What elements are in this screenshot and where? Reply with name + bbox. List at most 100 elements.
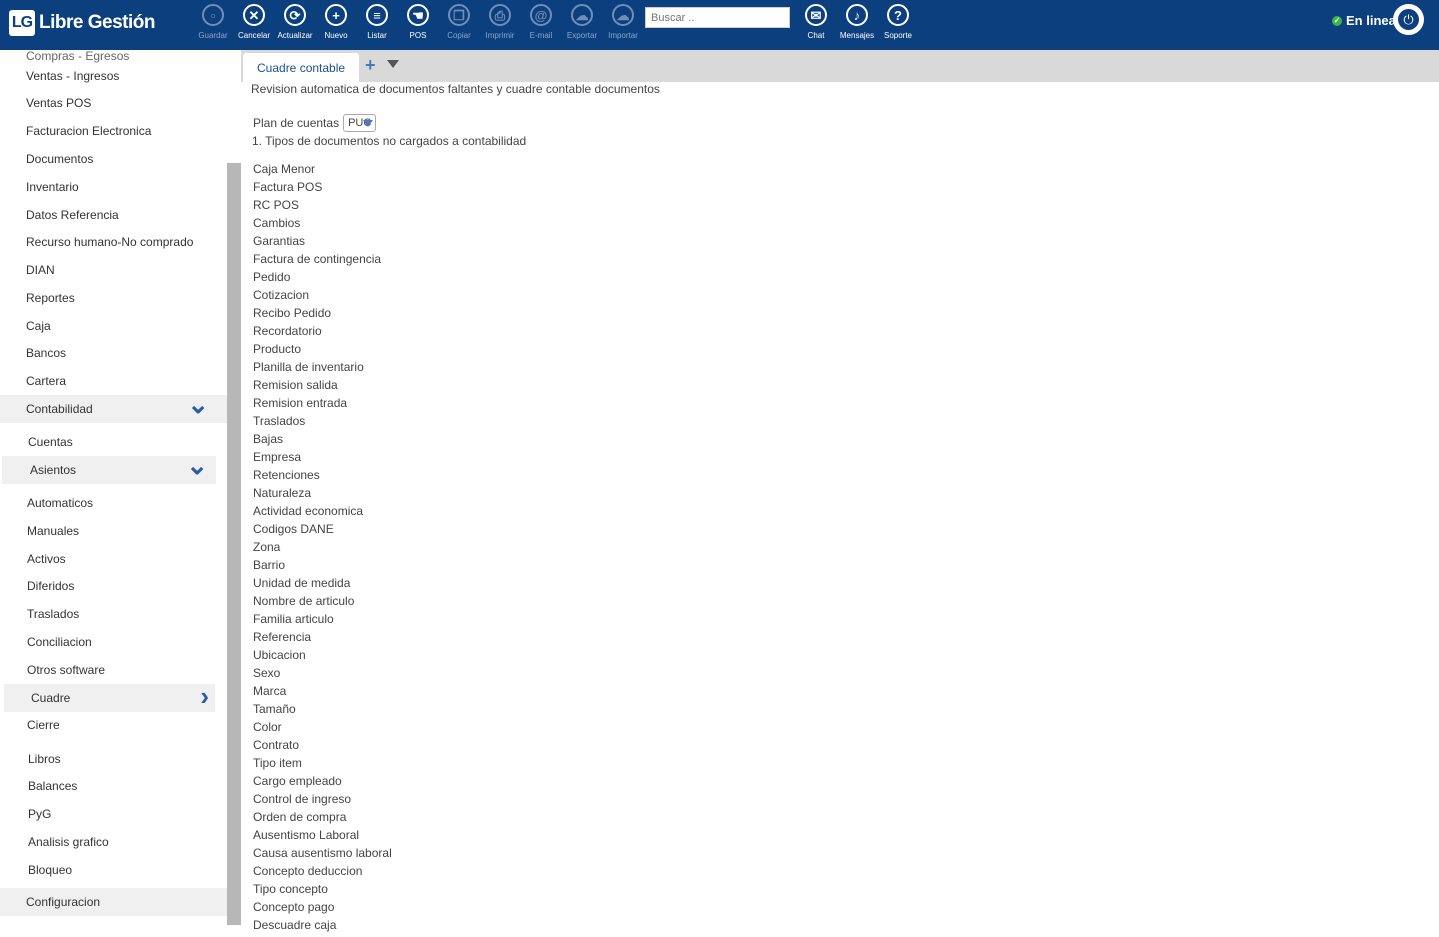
list-item: RC POS [253,198,300,212]
copy-icon: ❐ [448,4,470,26]
search-input[interactable] [645,7,790,28]
copiar-button[interactable]: ❐ Copiar [439,4,479,40]
list-item: Causa ausentismo laboral [253,846,392,860]
save-icon: ▫ [202,4,224,26]
sidebar-item-datos-referencia[interactable]: Datos Referencia [0,201,227,229]
list-item: Zona [253,540,281,554]
sidebar-item-caja[interactable]: Caja [0,312,227,340]
app-logo[interactable]: LG Libre Gestión [9,9,155,37]
sidebar-item-label: Cierre [27,718,60,732]
help-icon: ? [887,4,909,26]
check-icon: ✓ [1332,15,1342,26]
export-icon: ☁ [571,4,593,26]
sidebar-item-label: Asientos [30,463,77,477]
sidebar-item-label: Otros software [27,663,106,677]
sidebar-item-label: Contabilidad [26,402,93,416]
sidebar-item-otros-software[interactable]: Otros software [0,656,227,684]
tab-menu-icon[interactable] [387,60,399,68]
sidebar-item-balances[interactable]: Balances [0,772,227,800]
listar-button[interactable]: ≡ Listar [357,4,397,40]
tab-cuadre-contable[interactable]: Cuadre contable [243,53,360,82]
sidebar-item-label: Analisis grafico [28,835,109,849]
list-item: Concepto pago [253,900,335,914]
sidebar-item-inventario[interactable]: Inventario [0,173,227,201]
sidebar-item-label: Recurso humano-No comprado [26,235,194,249]
add-tab-icon[interactable]: + [365,55,376,76]
sidebar-item-asientos[interactable]: Asientos ⌄ [2,450,216,484]
mensajes-button[interactable]: ♪ Mensajes [837,4,877,40]
sidebar-item-conciliacion[interactable]: Conciliacion [0,628,227,656]
list-item: Nombre de articulo [253,594,355,608]
sidebar-item-reportes[interactable]: Reportes [0,284,227,312]
button-label: Nuevo [324,31,348,40]
sidebar-item-cierre[interactable]: Cierre [0,711,227,739]
list-item: Planilla de inventario [253,360,364,374]
sidebar-item-ventas-pos[interactable]: Ventas POS [0,89,227,117]
refresh-icon: ⟳ [284,4,306,26]
sidebar-item-configuracion[interactable]: Configuracion [0,888,227,916]
sidebar-item-label: Libros [28,752,61,766]
list-item: Actividad economica [253,504,364,518]
button-label: Guardar [198,31,228,40]
sidebar-scrollbar[interactable] [227,163,241,925]
soporte-button[interactable]: ? Soporte [878,4,918,40]
list-item: Tipo item [253,756,302,770]
status-label: En linea [1346,13,1396,28]
cancelar-button[interactable]: ✕ Cancelar [234,4,274,40]
button-label: Cancelar [237,31,270,40]
sidebar-item-pyg[interactable]: PyG [0,800,227,828]
sidebar-item-automaticos[interactable]: Automaticos [0,489,227,517]
power-button[interactable]: ⏻ [1393,4,1424,35]
list-item: Tipo concepto [253,882,328,896]
list-item: Orden de compra [253,810,347,824]
sidebar-item-analisis-grafico[interactable]: Analisis grafico [0,828,227,856]
list-item: Retenciones [253,468,320,482]
sidebar-item-bancos[interactable]: Bancos [0,339,227,367]
plus-icon: + [325,4,347,26]
sidebar-item-label: Balances [28,779,78,793]
list-item: Producto [253,342,302,356]
importar-button[interactable]: ☁ Importar [603,4,643,40]
plan-select[interactable]: PUC [343,114,377,132]
exportar-button[interactable]: ☁ Exportar [562,4,602,40]
sidebar: Compras - Egresos Ventas - Ingresos Venta… [0,50,227,937]
button-label: Copiar [447,31,471,40]
sidebar-item-contabilidad[interactable]: Contabilidad ⌄ [0,389,227,423]
sidebar-item-activos[interactable]: Activos [0,545,227,573]
sidebar-item-label: Configuracion [26,895,101,909]
list-item: Concepto deduccion [253,864,363,878]
sidebar-item-label: Bloqueo [28,863,73,877]
sidebar-item-bloqueo[interactable]: Bloqueo [0,856,227,884]
sidebar-item-facturacion-electronica[interactable]: Facturacion Electronica [0,117,227,145]
sidebar-item-recurso-humano-no-comprado[interactable]: Recurso humano-No comprado [0,228,227,256]
chat-button[interactable]: ✉ Chat [796,4,836,40]
list-item: Codigos DANE [253,522,334,536]
list-item: Naturaleza [253,486,312,500]
sidebar-item-libros[interactable]: Libros [0,745,227,773]
list-item: Cotizacion [253,288,310,302]
button-label: Chat [807,31,825,40]
sidebar-item-cuadre[interactable]: Cuadre › [4,681,215,712]
guardar-button[interactable]: ▫ Guardar [193,4,233,40]
bell-icon: ♪ [846,4,868,26]
sidebar-item-traslados[interactable]: Traslados [0,600,227,628]
list-item: Pedido [253,270,291,284]
nuevo-button[interactable]: + Nuevo [316,4,356,40]
list-item: Marca [253,684,287,698]
imprimir-button[interactable]: ⎙ Imprimir [480,4,520,40]
list-item: Ausentismo Laboral [253,828,360,842]
sidebar-item-ventas-ingresos[interactable]: Ventas - Ingresos [0,62,227,90]
sidebar-item-label: DIAN [26,263,55,277]
sidebar-item-dian[interactable]: DIAN [0,256,227,284]
actualizar-button[interactable]: ⟳ Actualizar [275,4,315,40]
sidebar-item-documentos[interactable]: Documentos [0,145,227,173]
sidebar-item-label: Automaticos [27,496,94,510]
sidebar-item-label: Cuadre [31,691,71,705]
sidebar-item-label: Caja [26,319,51,333]
sidebar-item-manuales[interactable]: Manuales [0,517,227,545]
button-label: Actualizar [277,31,313,40]
section-title: 1. Tipos de documentos no cargados a con… [252,134,527,148]
e-mail-button[interactable]: @ E-mail [521,4,561,40]
sidebar-item-diferidos[interactable]: Diferidos [0,572,227,600]
pos-button[interactable]: ☚ POS [398,4,438,40]
